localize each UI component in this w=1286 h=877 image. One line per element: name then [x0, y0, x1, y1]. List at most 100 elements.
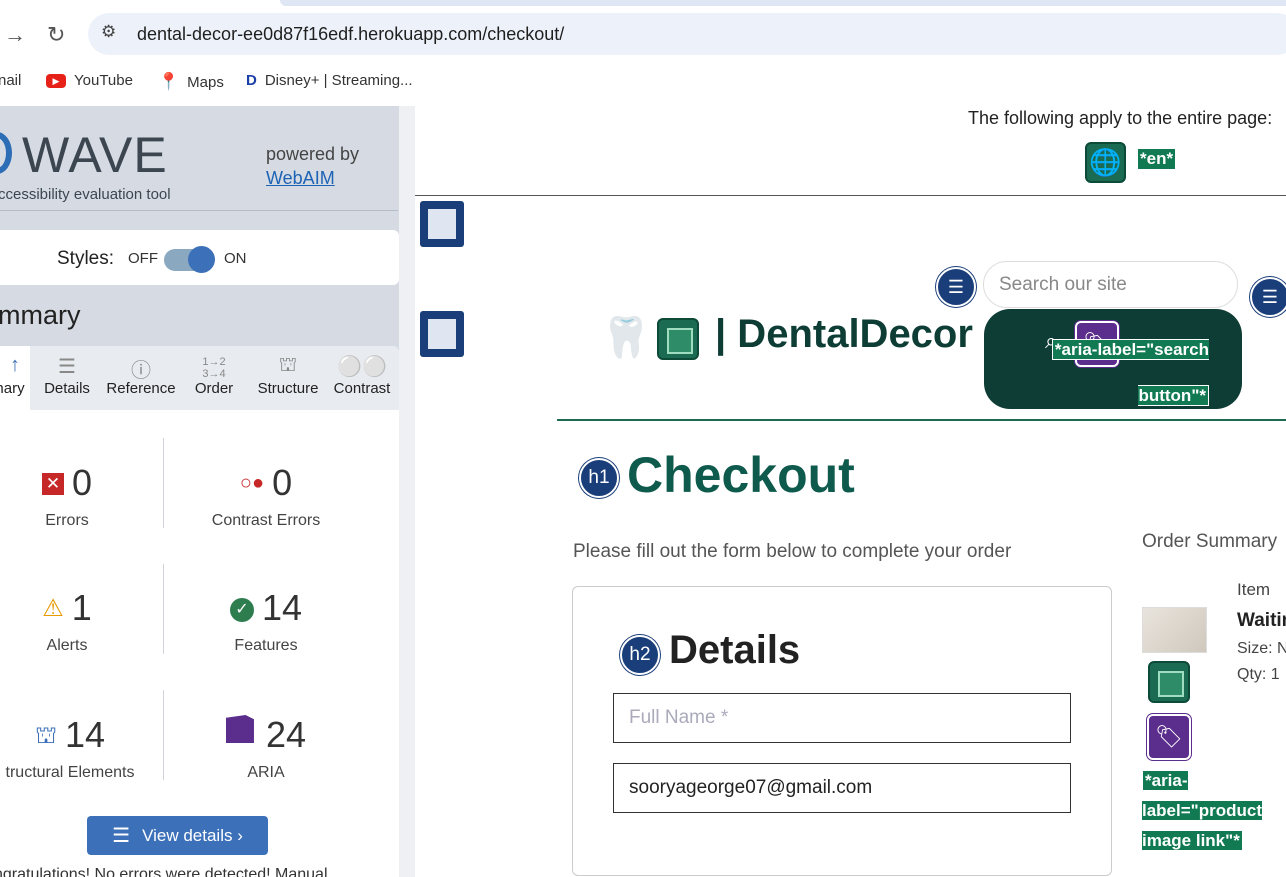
aria-tag-icon[interactable]: 🏷 — [1147, 714, 1191, 760]
tab-summary[interactable]: ↑ nary — [0, 346, 30, 410]
congrats-message: ngratulations! No errors were detected! … — [0, 866, 328, 877]
tab-label: Reference — [106, 380, 176, 397]
list-icon[interactable]: ☰ — [1250, 277, 1286, 317]
stat-features[interactable]: ✓ 14 Features — [166, 587, 366, 655]
divider — [415, 195, 1286, 196]
alerts-label: Alerts — [46, 637, 88, 654]
features-label: Features — [234, 637, 298, 654]
stat-structural[interactable]: ⛫ 14 tructural Elements — [0, 714, 150, 782]
wave-logo-icon — [0, 132, 12, 174]
divider — [557, 419, 1286, 421]
details-heading: Details — [669, 628, 801, 672]
stat-contrast-errors[interactable]: ○● 0 Contrast Errors — [166, 462, 366, 530]
bookmark-disney[interactable]: D Disney+ | Streaming... — [246, 72, 413, 89]
product-image[interactable] — [1142, 607, 1207, 653]
list-icon[interactable]: ☰ — [936, 267, 976, 307]
product-qty: Qty: 1 — [1237, 666, 1280, 683]
header-region-icon[interactable] — [420, 201, 464, 247]
wave-tabs: ↑ nary ☰ Details ⓘ Reference 1→23→4 Orde… — [0, 346, 399, 410]
aria-product-label: *aria-label="product image link"* — [1142, 766, 1272, 856]
page-content: The following apply to the entire page: … — [415, 106, 1286, 877]
structural-count: 14 — [65, 714, 106, 755]
entire-page-note: The following apply to the entire page: — [968, 108, 1273, 128]
tab-structure[interactable]: ⛫ Structure — [250, 346, 326, 410]
info-icon: ⓘ — [131, 360, 151, 382]
full-name-field[interactable]: Full Name * — [613, 693, 1071, 743]
url-text[interactable]: dental-decor-ee0d87f16edf.herokuapp.com/… — [137, 24, 564, 45]
stat-alerts[interactable]: ⚠ 1 Alerts — [0, 587, 134, 655]
tab-order[interactable]: 1→2 3→4 Order — [188, 346, 240, 410]
image-alt-icon[interactable] — [657, 318, 699, 360]
instructions-text: Please fill out the form below to comple… — [573, 541, 1012, 562]
stat-aria[interactable]: 24 ARIA — [166, 714, 366, 782]
product-name: Waitin — [1237, 610, 1286, 631]
contrast-errors-label: Contrast Errors — [211, 512, 321, 529]
errors-count: 0 — [71, 462, 93, 503]
aria-search-label: *aria-label="search button"* — [1017, 327, 1209, 419]
tab-label: Structure — [257, 380, 319, 397]
tab-details[interactable]: ☰ Details — [36, 346, 98, 410]
email-field[interactable]: sooryageorge07@gmail.com — [613, 763, 1071, 813]
product-size: Size: N — [1237, 640, 1286, 657]
aria-count: 24 — [265, 714, 307, 755]
tab-strip — [280, 0, 1286, 6]
structure-icon: ⛫ — [278, 354, 298, 376]
h1-badge[interactable]: h1 — [579, 458, 619, 498]
tab-label: Details — [44, 380, 90, 397]
styles-off-label: OFF — [128, 250, 158, 267]
tab-label: Contrast — [333, 380, 391, 397]
aria-label-text: *aria-label="search button"* — [1051, 339, 1209, 406]
disney-icon: D — [246, 72, 257, 89]
features-count: 14 — [261, 587, 303, 628]
divider — [163, 564, 164, 654]
tab-label: Order — [194, 380, 234, 397]
feature-icon: ✓ — [229, 598, 254, 622]
aria-icon — [225, 715, 254, 743]
wave-logo: WAVE — [22, 127, 168, 183]
order-icon: 1→2 3→4 — [202, 356, 226, 380]
site-info-icon[interactable]: ⚙ — [101, 22, 116, 42]
checkout-heading: Checkout — [627, 447, 855, 503]
bookmark-gmail[interactable]: nail — [0, 72, 21, 89]
wave-subtitle: ccessibility evaluation tool — [0, 186, 171, 203]
webaim-link[interactable]: WebAIM — [266, 168, 335, 189]
item-column-header: Item — [1237, 580, 1271, 599]
globe-icon[interactable]: 🌐 — [1085, 142, 1126, 183]
stat-errors[interactable]: ✕ 0 Errors — [0, 462, 134, 530]
forward-icon[interactable]: → — [4, 22, 26, 48]
error-icon: ✕ — [41, 473, 64, 495]
structure-icon: ⛫ — [34, 722, 57, 749]
bookmark-youtube[interactable]: ▶ YouTube — [46, 72, 133, 89]
aria-label: ARIA — [247, 764, 285, 781]
tab-contrast[interactable]: ⚪⚪ Contrast — [328, 346, 396, 410]
navigation-region-icon[interactable] — [420, 311, 464, 357]
styles-on-label: ON — [224, 250, 247, 267]
tooth-logo-icon: 🦷 — [601, 316, 651, 360]
divider — [163, 690, 164, 780]
maps-icon: 📍 — [158, 72, 180, 91]
view-details-button[interactable]: ☰ View details › — [87, 816, 268, 855]
search-input[interactable]: Search our site — [983, 261, 1238, 308]
bookmark-label: Maps — [187, 73, 224, 91]
wave-sidebar: WAVE ccessibility evaluation tool powere… — [0, 106, 415, 877]
divider — [0, 210, 398, 211]
brand-name[interactable]: | DentalDecor — [715, 312, 973, 357]
h2-badge[interactable]: h2 — [620, 635, 660, 675]
order-summary-heading: Order Summary — [1142, 531, 1278, 552]
bookmark-maps[interactable]: 📍 Maps — [158, 72, 224, 92]
sidebar-scrollbar[interactable] — [399, 106, 415, 877]
view-details-label: View details › — [142, 825, 243, 845]
youtube-icon: ▶ — [46, 73, 66, 88]
tab-reference[interactable]: ⓘ Reference — [102, 346, 180, 410]
contrast-icon: ⚪⚪ — [337, 356, 387, 378]
image-alt-icon[interactable] — [1148, 661, 1190, 703]
browser-chrome: → ↻ ⚙ dental-decor-ee0d87f16edf.herokuap… — [0, 0, 1286, 106]
reload-icon[interactable]: ↻ — [47, 22, 65, 48]
styles-toggle-knob[interactable] — [188, 246, 215, 273]
alert-icon: ⚠ — [42, 595, 64, 622]
bookmark-label: Disney+ | Streaming... — [264, 72, 413, 89]
divider — [163, 438, 164, 528]
contrast-error-icon: ○● — [239, 472, 265, 494]
aria-label-text: *aria-label="product image link"* — [1142, 770, 1262, 851]
details-icon: ☰ — [58, 356, 76, 378]
